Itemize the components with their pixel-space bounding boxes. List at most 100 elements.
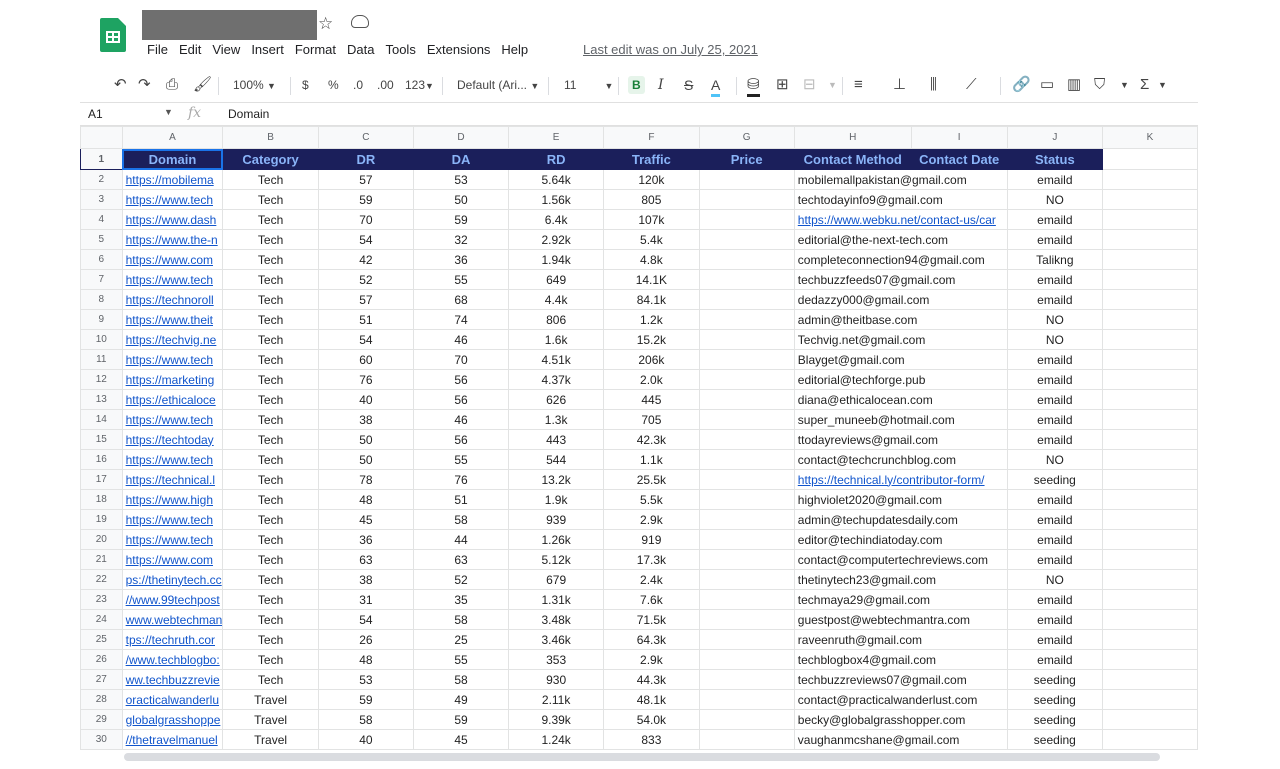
document-title-redacted[interactable]	[142, 10, 317, 40]
rd-cell[interactable]: 4.51k	[508, 349, 605, 370]
traffic-cell[interactable]: 2.4k	[603, 569, 700, 590]
price-cell[interactable]	[698, 649, 795, 670]
status-cell[interactable]: emaild	[1006, 389, 1104, 410]
header-cell[interactable]: RD	[508, 148, 605, 170]
row-header[interactable]: 13	[80, 389, 123, 410]
decrease-decimal-button[interactable]: .0	[353, 76, 363, 94]
row-header[interactable]: 19	[80, 509, 123, 530]
zoom-select[interactable]: 100% ▼	[233, 76, 276, 94]
status-cell[interactable]: emaild	[1006, 289, 1104, 310]
dr-cell[interactable]: 54	[317, 329, 414, 350]
insert-comment-icon[interactable]: ▭	[1040, 76, 1054, 94]
menu-extensions[interactable]: Extensions	[427, 42, 491, 57]
status-cell[interactable]: emaild	[1006, 609, 1104, 630]
status-cell[interactable]: NO	[1006, 449, 1104, 470]
horizontal-scrollbar[interactable]	[124, 753, 1160, 761]
status-cell[interactable]: NO	[1006, 329, 1104, 350]
row-header[interactable]: 2	[80, 169, 123, 190]
traffic-cell[interactable]: 42.3k	[603, 429, 700, 450]
status-cell[interactable]: emaild	[1006, 169, 1104, 190]
horizontal-align-icon[interactable]: ≡	[854, 76, 863, 94]
column-header-k[interactable]: K	[1102, 126, 1198, 149]
header-cell[interactable]: Traffic	[603, 148, 700, 170]
row-header[interactable]: 4	[80, 209, 123, 230]
dr-cell[interactable]: 58	[317, 709, 414, 730]
traffic-cell[interactable]: 805	[603, 189, 700, 210]
cell[interactable]	[1102, 169, 1198, 190]
traffic-cell[interactable]: 25.5k	[603, 469, 700, 490]
dr-cell[interactable]: 59	[317, 189, 414, 210]
da-cell[interactable]: 58	[412, 669, 510, 690]
domain-cell[interactable]: //www.99techpost	[121, 589, 224, 610]
cell[interactable]	[1102, 389, 1198, 410]
rd-cell[interactable]: 353	[508, 649, 605, 670]
rd-cell[interactable]: 1.3k	[508, 409, 605, 430]
price-cell[interactable]	[698, 249, 795, 270]
rd-cell[interactable]: 1.24k	[508, 729, 605, 750]
dr-cell[interactable]: 60	[317, 349, 414, 370]
status-cell[interactable]: Talikng	[1006, 249, 1104, 270]
da-cell[interactable]: 63	[412, 549, 510, 570]
cell[interactable]	[1102, 309, 1198, 330]
da-cell[interactable]: 56	[412, 389, 510, 410]
category-cell[interactable]: Tech	[222, 249, 319, 270]
cell[interactable]	[1102, 469, 1198, 490]
price-cell[interactable]	[698, 169, 795, 190]
rd-cell[interactable]: 3.46k	[508, 629, 605, 650]
category-cell[interactable]: Tech	[222, 529, 319, 550]
row-header[interactable]: 27	[80, 669, 123, 690]
domain-cell[interactable]: /www.techblogbo:	[121, 649, 224, 670]
status-cell[interactable]: NO	[1006, 189, 1104, 210]
select-all-corner[interactable]	[80, 126, 123, 149]
chevron-down-icon[interactable]: ▼	[828, 76, 837, 94]
category-cell[interactable]: Tech	[222, 429, 319, 450]
row-header[interactable]: 8	[80, 289, 123, 310]
contact-method-cell[interactable]: Techvig.net@gmail.com	[793, 329, 1008, 350]
merge-cells-icon[interactable]: ⊟	[803, 76, 816, 94]
domain-cell[interactable]: www.webtechman	[121, 609, 224, 630]
header-cell[interactable]: Price	[698, 148, 795, 170]
font-size-select[interactable]: 11 ▼	[564, 76, 613, 94]
contact-method-cell[interactable]: admin@theitbase.com	[793, 309, 1008, 330]
category-cell[interactable]: Tech	[222, 189, 319, 210]
da-cell[interactable]: 50	[412, 189, 510, 210]
filter-icon[interactable]: ⛉	[1094, 76, 1105, 94]
da-cell[interactable]: 58	[412, 609, 510, 630]
contact-method-cell[interactable]: becky@globalgrasshopper.com	[793, 709, 1008, 730]
da-cell[interactable]: 59	[412, 709, 510, 730]
contact-method-cell[interactable]: Blayget@gmail.com	[793, 349, 1008, 370]
domain-cell[interactable]: https://www.high	[121, 489, 224, 510]
contact-method-cell[interactable]: editorial@the-next-tech.com	[793, 229, 1008, 250]
category-cell[interactable]: Tech	[222, 389, 319, 410]
category-cell[interactable]: Tech	[222, 169, 319, 190]
traffic-cell[interactable]: 705	[603, 409, 700, 430]
dr-cell[interactable]: 57	[317, 169, 414, 190]
domain-cell[interactable]: tps://techruth.cor	[121, 629, 224, 650]
domain-cell[interactable]: https://technoroll	[121, 289, 224, 310]
traffic-cell[interactable]: 120k	[603, 169, 700, 190]
domain-cell[interactable]: https://www.the-n	[121, 229, 224, 250]
column-header-j[interactable]: J	[1006, 126, 1104, 149]
domain-cell[interactable]: https://www.tech	[121, 189, 224, 210]
row-header[interactable]: 12	[80, 369, 123, 390]
contact-method-cell[interactable]: dedazzy000@gmail.com	[793, 289, 1008, 310]
contact-method-cell[interactable]: ttodayreviews@gmail.com	[793, 429, 1008, 450]
traffic-cell[interactable]: 84.1k	[603, 289, 700, 310]
price-cell[interactable]	[698, 329, 795, 350]
domain-cell[interactable]: https://technical.l	[121, 469, 224, 490]
row-header[interactable]: 10	[80, 329, 123, 350]
category-cell[interactable]: Tech	[222, 649, 319, 670]
dr-cell[interactable]: 50	[317, 429, 414, 450]
dr-cell[interactable]: 54	[317, 609, 414, 630]
menu-edit[interactable]: Edit	[179, 42, 201, 57]
rd-cell[interactable]: 930	[508, 669, 605, 690]
cell[interactable]	[1102, 489, 1198, 510]
traffic-cell[interactable]: 17.3k	[603, 549, 700, 570]
domain-cell[interactable]: https://techtoday	[121, 429, 224, 450]
rd-cell[interactable]: 1.56k	[508, 189, 605, 210]
cell[interactable]	[1102, 449, 1198, 470]
dr-cell[interactable]: 76	[317, 369, 414, 390]
status-cell[interactable]: emaild	[1006, 509, 1104, 530]
status-cell[interactable]: emaild	[1006, 269, 1104, 290]
status-cell[interactable]: emaild	[1006, 349, 1104, 370]
